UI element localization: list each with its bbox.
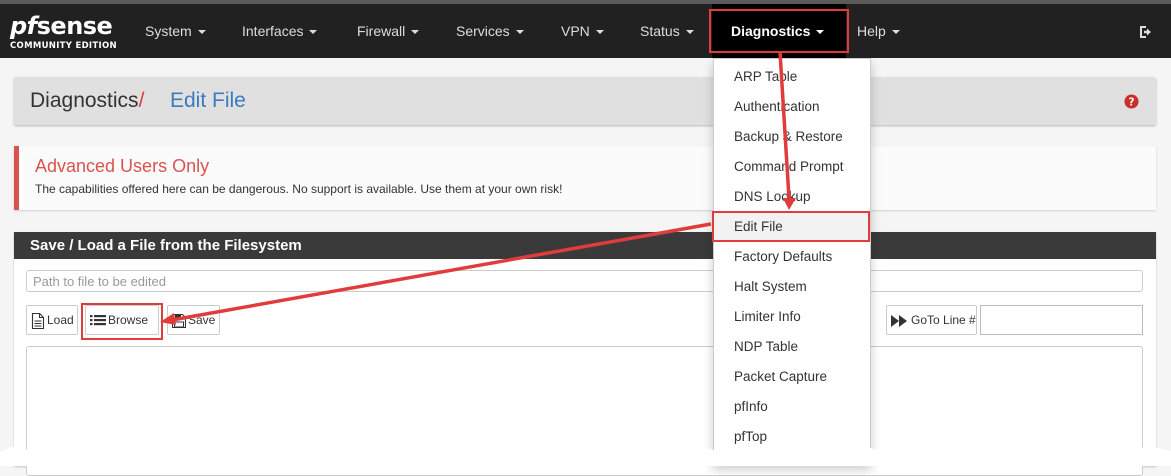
menu-item-arp-table[interactable]: ARP Table <box>714 62 870 92</box>
panel-title: Save / Load a File from the Filesystem <box>30 237 302 254</box>
svg-text:?: ? <box>1129 96 1135 108</box>
menu-item-ndp-table[interactable]: NDP Table <box>714 332 870 362</box>
highlight-edit-file <box>712 211 870 242</box>
page-header: Diagnostics/ Edit File ? <box>14 77 1156 125</box>
nav-help[interactable]: Help <box>857 4 900 58</box>
logo-wordmark: pfsense <box>10 12 113 40</box>
menu-item-dns-lookup[interactable]: DNS Lookup <box>714 182 870 212</box>
menu-item-backup-restore[interactable]: Backup & Restore <box>714 122 870 152</box>
nav-services[interactable]: Services <box>456 4 524 58</box>
caret-down-icon <box>411 30 420 35</box>
nav-vpn[interactable]: VPN <box>561 4 604 58</box>
menu-item-pftop[interactable]: pfTop <box>714 422 870 452</box>
logo-edition: COMMUNITY EDITION <box>10 41 117 51</box>
goto-line-button[interactable]: GoTo Line # <box>886 305 977 335</box>
highlight-diagnostics <box>709 9 849 53</box>
load-button-label: Load <box>47 313 74 327</box>
nav-firewall[interactable]: Firewall <box>357 4 420 58</box>
menu-item-command-prompt[interactable]: Command Prompt <box>714 152 870 182</box>
save-button[interactable]: Save <box>167 305 220 335</box>
save-button-label: Save <box>188 313 216 327</box>
nav-system[interactable]: System <box>145 4 206 58</box>
nav-interfaces[interactable]: Interfaces <box>242 4 318 58</box>
nav-system-label: System <box>145 23 192 39</box>
alert-title: Advanced Users Only <box>35 156 210 176</box>
file-icon <box>31 312 45 329</box>
file-content-editor[interactable] <box>26 346 1143 476</box>
warning-alert: Advanced Users Only The capabilities off… <box>14 146 1156 210</box>
panel-heading: Save / Load a File from the Filesystem <box>14 232 1156 259</box>
menu-item-pfinfo[interactable]: pfInfo <box>714 392 870 422</box>
menu-item-packet-capture[interactable]: Packet Capture <box>714 362 870 392</box>
caret-down-icon <box>595 30 604 35</box>
page-title[interactable]: Edit File <box>170 89 246 113</box>
floppy-disk-icon <box>171 313 187 328</box>
caret-down-icon <box>309 30 318 35</box>
caret-down-icon <box>515 30 524 35</box>
breadcrumb: Diagnostics/ <box>30 89 144 113</box>
diagnostics-dropdown-menu: ARP Table Authentication Backup & Restor… <box>713 58 871 466</box>
nav-status-label: Status <box>640 23 680 39</box>
caret-down-icon <box>891 30 900 35</box>
logo-prefix: pf <box>10 12 37 40</box>
goto-line-button-label: GoTo Line # <box>911 313 976 327</box>
menu-item-authentication[interactable]: Authentication <box>714 92 870 122</box>
menu-item-limiter-info[interactable]: Limiter Info <box>714 302 870 332</box>
menu-item-factory-defaults[interactable]: Factory Defaults <box>714 242 870 272</box>
breadcrumb-section[interactable]: Diagnostics <box>30 89 139 112</box>
file-panel: Save / Load a File from the Filesystem L… <box>14 232 1156 476</box>
fast-forward-icon <box>891 314 907 327</box>
menu-item-halt-system[interactable]: Halt System <box>714 272 870 302</box>
goto-line-input[interactable] <box>980 305 1143 335</box>
pfsense-logo[interactable]: pfsense COMMUNITY EDITION <box>10 12 118 56</box>
question-circle-icon[interactable]: ? <box>1124 94 1139 109</box>
top-navbar: pfsense COMMUNITY EDITION System Interfa… <box>0 0 1171 58</box>
breadcrumb-separator: / <box>138 89 145 112</box>
nav-help-label: Help <box>857 23 886 39</box>
nav-status[interactable]: Status <box>640 4 694 58</box>
nav-vpn-label: VPN <box>561 23 590 39</box>
caret-down-icon <box>685 30 694 35</box>
load-button[interactable]: Load <box>26 305 78 335</box>
alert-text: The capabilities offered here can be dan… <box>35 182 563 196</box>
nav-firewall-label: Firewall <box>357 23 406 39</box>
caret-down-icon <box>197 30 206 35</box>
file-path-input[interactable] <box>26 270 1143 292</box>
logo-suffix: sense <box>36 12 113 40</box>
highlight-browse <box>81 303 163 340</box>
sign-out-icon[interactable] <box>1139 25 1153 39</box>
nav-services-label: Services <box>456 23 510 39</box>
nav-interfaces-label: Interfaces <box>242 23 304 39</box>
